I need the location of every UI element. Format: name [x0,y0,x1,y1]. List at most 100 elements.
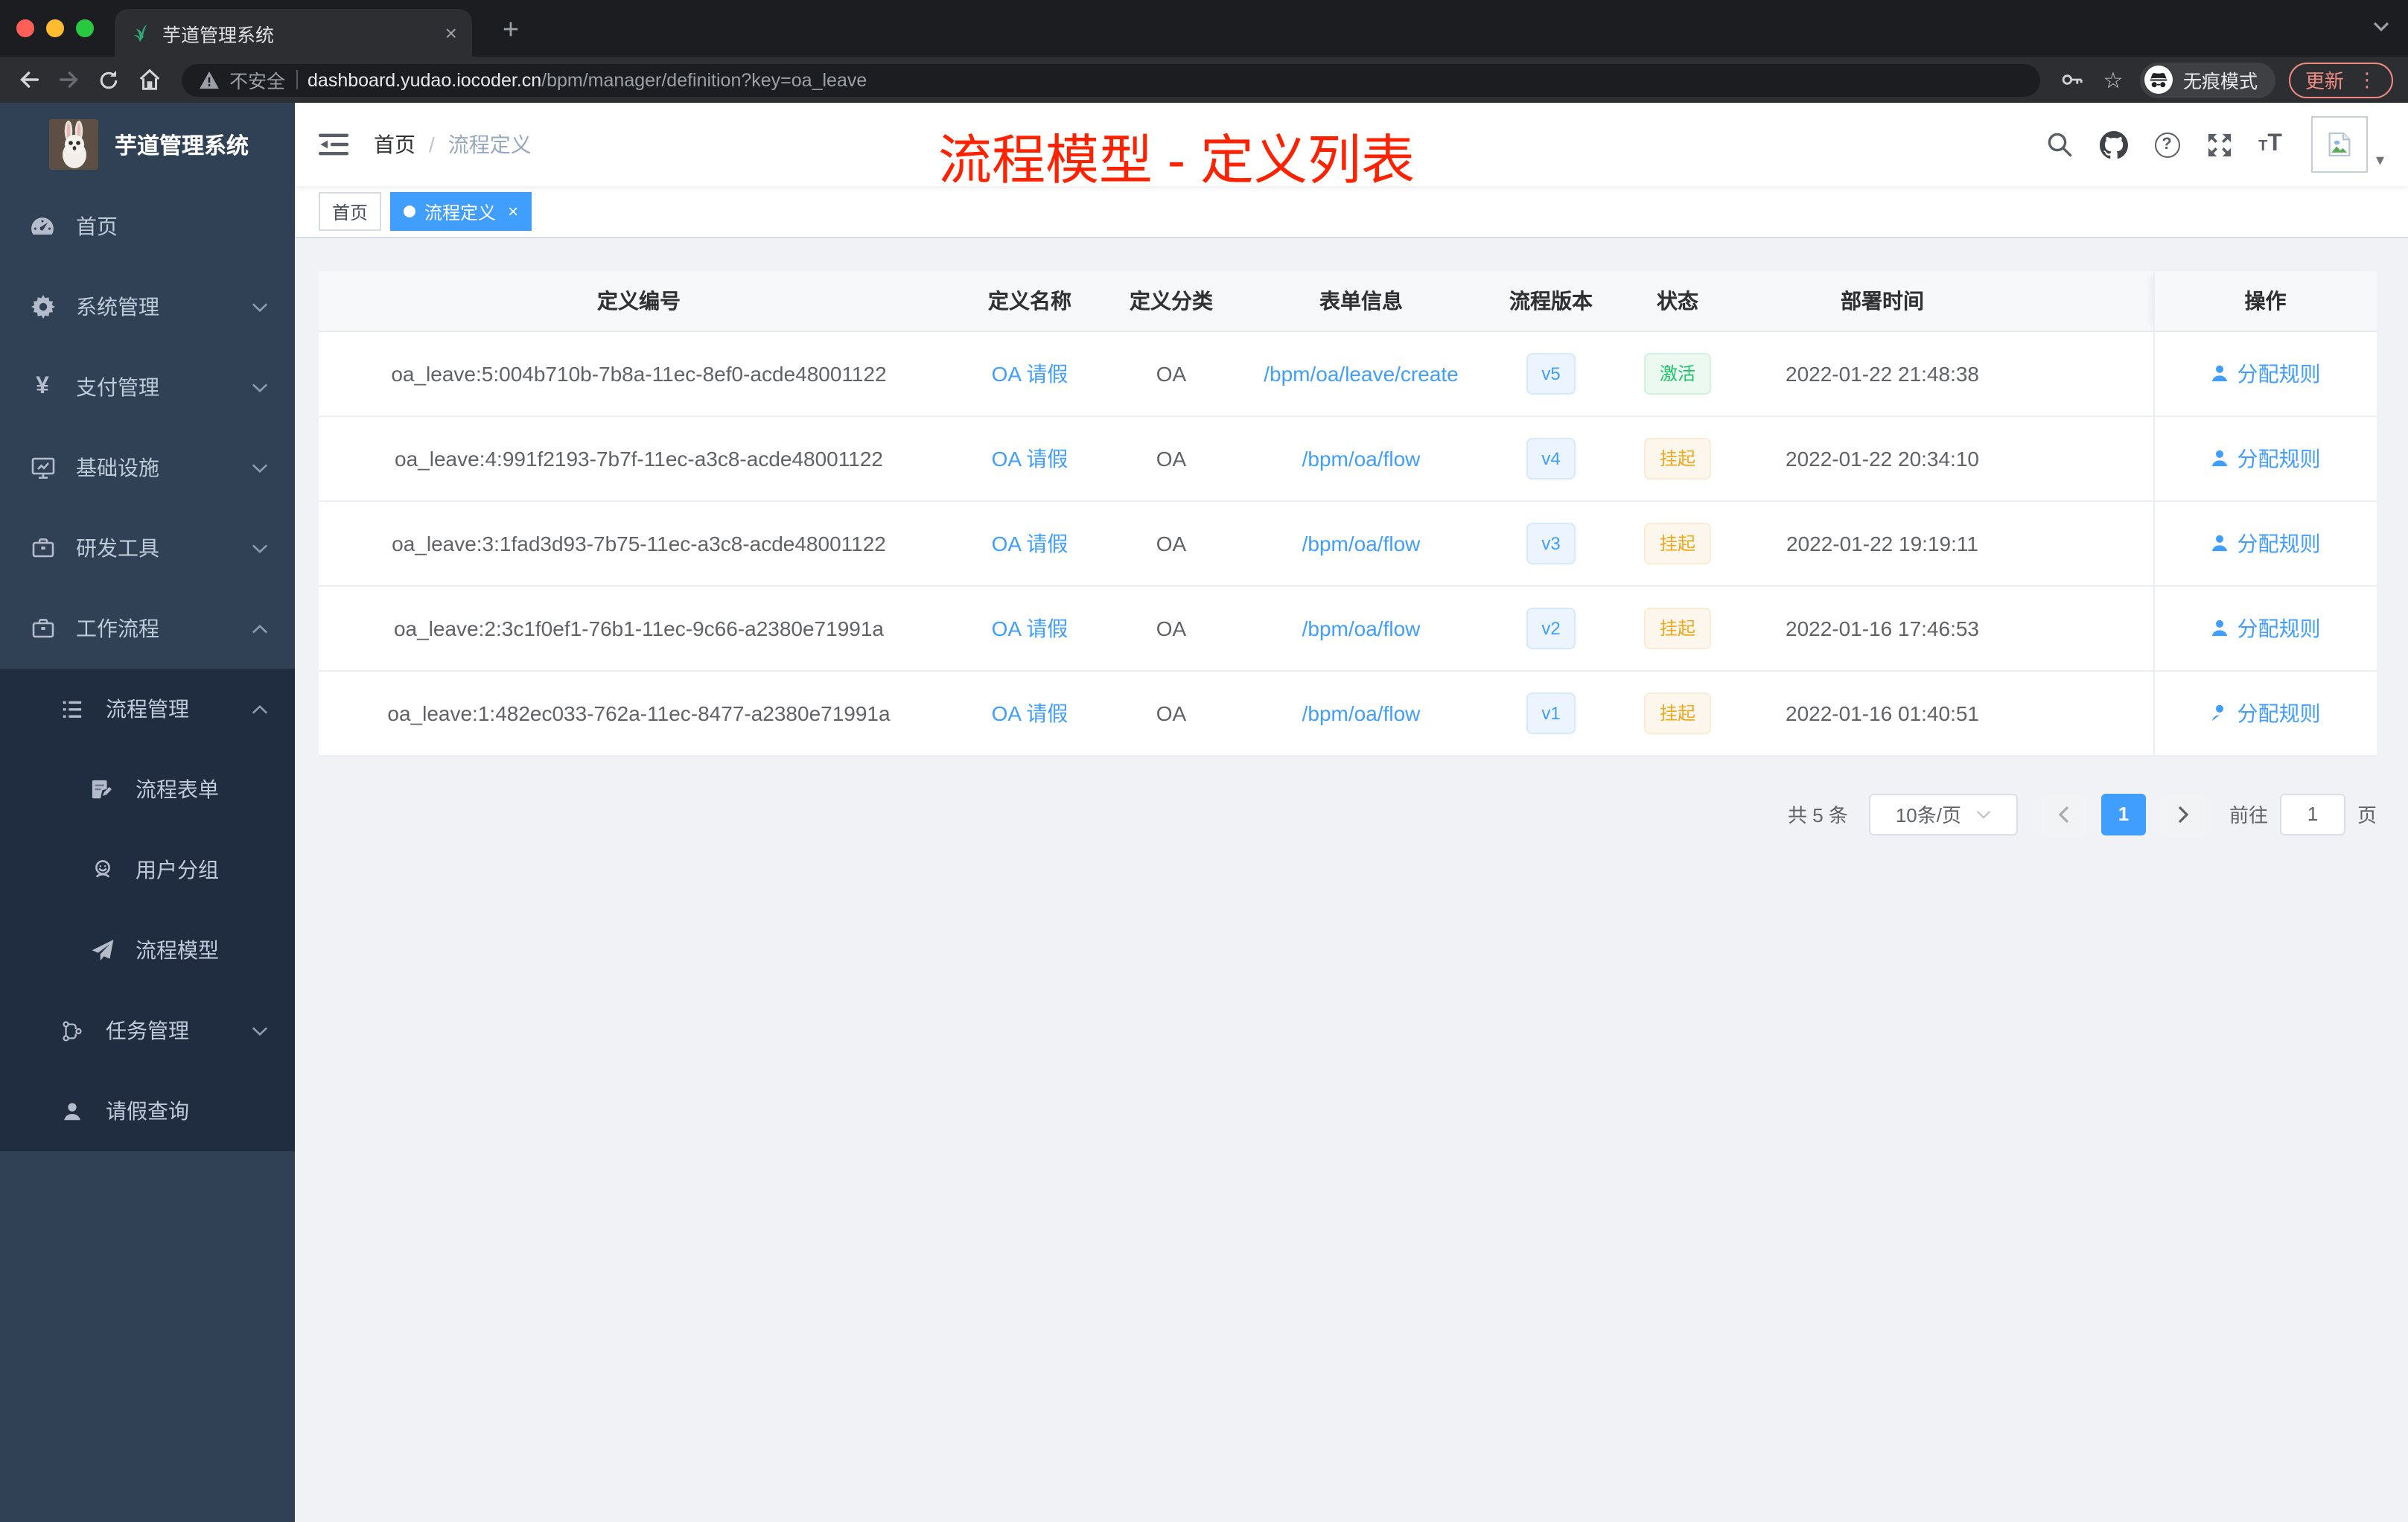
page-jumper: 前往 页 [2229,793,2377,835]
assign-rule-button[interactable]: 分配规则 [2211,443,2321,473]
definition-name-link[interactable]: OA 请假 [992,616,1068,640]
tag-process-definition[interactable]: 流程定义 × [390,192,532,231]
table-row: oa_leave:2:3c1f0ef1-76b1-11ec-9c66-a2380… [319,585,2377,671]
avatar[interactable] [2311,116,2369,173]
window-close-button[interactable] [16,19,34,37]
definition-name-link[interactable]: OA 请假 [992,701,1068,725]
monitor-icon [30,455,55,480]
version-badge: v5 [1526,352,1576,394]
next-page-button[interactable] [2160,793,2205,835]
assign-rule-button[interactable]: 分配规则 [2211,358,2321,388]
tab-close-icon[interactable]: × [445,22,457,43]
chevron-down-icon [252,302,268,312]
definition-name-link[interactable]: OA 请假 [992,361,1068,385]
user-menu[interactable]: ▾ [2311,116,2384,173]
chevron-up-icon [252,704,268,714]
assign-rule-button[interactable]: 分配规则 [2211,613,2321,643]
browser-tabstrip: 芋道管理系统 × + [0,0,2408,57]
sidebar-item-label: 基础设施 [76,456,159,480]
browser-tab[interactable]: 芋道管理系统 × [115,9,472,57]
collapse-sidebar-icon[interactable] [319,133,348,156]
table-header-row: 定义编号 定义名称 定义分类 表单信息 流程版本 状态 部署时间 操作 [319,271,2377,331]
assign-rule-button[interactable]: 分配规则 [2211,698,2321,727]
sidebar-item-workflow[interactable]: 工作流程 [0,588,295,669]
form-link[interactable]: /bpm/oa/flow [1302,531,1421,555]
sidebar-item-home[interactable]: 首页 [0,186,295,267]
sidebar-item-label: 系统管理 [76,295,159,319]
gear-icon [30,294,55,319]
sidebar-item-user-group[interactable]: 用户分组 [0,830,295,910]
tab-search-chevron-icon[interactable] [2372,21,2390,33]
sidebar-item-task-manage[interactable]: 任务管理 [0,990,295,1071]
bookmark-star-icon[interactable]: ☆ [2100,66,2127,93]
chevron-down-icon [252,1025,268,1036]
cell-category: OA [1101,500,1242,586]
search-icon[interactable] [2045,131,2072,158]
cell-deploy-time: 2022-01-22 21:48:38 [1733,331,2031,416]
browser-menu-dots-icon[interactable]: ⋮ [2357,68,2377,92]
new-tab-button[interactable]: + [491,12,530,51]
jump-page-input[interactable] [2279,793,2345,835]
security-warning-icon[interactable] [200,71,219,89]
sidebar-item-process-model[interactable]: 流程模型 [0,910,295,990]
paper-plane-icon [89,937,115,963]
back-icon[interactable] [15,66,42,93]
fullscreen-icon[interactable] [2206,132,2232,157]
help-icon[interactable]: ? [2154,132,2180,157]
sidebar-item-process-manage[interactable]: 流程管理 [0,669,295,749]
sidebar-item-process-form[interactable]: 流程表单 [0,749,295,830]
col-header-actions: 操作 [2153,271,2377,331]
window-controls[interactable] [16,19,94,37]
page-content: 定义编号 定义名称 定义分类 表单信息 流程版本 状态 部署时间 操作 oa_l… [295,238,2408,1522]
security-label[interactable]: 不安全 [229,66,285,94]
user-group-icon [89,857,115,882]
sidebar-item-system[interactable]: 系统管理 [0,267,295,347]
assign-rule-button[interactable]: 分配规则 [2211,528,2321,558]
version-badge: v3 [1526,522,1576,564]
form-link[interactable]: /bpm/oa/flow [1302,446,1421,470]
workflow-submenu: 流程管理 流程表单 用户分组 流程模型 任务管理 请假查询 [0,669,295,1151]
col-header-definition-id: 定义编号 [319,271,959,331]
sidebar-item-payment[interactable]: ¥ 支付管理 [0,347,295,427]
page-size-select[interactable]: 10条/页 [1868,793,2018,835]
user-icon [60,1098,85,1124]
col-header-process-version: 流程版本 [1480,271,1622,331]
pagination: 共 5 条 10条/页 1 前往 1 页 [319,793,2377,835]
list-icon [60,696,85,722]
home-icon[interactable] [136,66,162,93]
breadcrumb-separator: / [429,133,435,156]
table-row: oa_leave:4:991f2193-7b7f-11ec-a3c8-acde4… [319,415,2377,501]
form-link[interactable]: /bpm/oa/flow [1302,616,1421,640]
form-link[interactable]: /bpm/oa/flow [1302,701,1421,725]
reload-icon[interactable] [95,66,122,93]
incognito-badge[interactable]: 无痕模式 [2139,62,2275,98]
sidebar-item-dev-tools[interactable]: 研发工具 [0,508,295,588]
cell-definition-id: oa_leave:2:3c1f0ef1-76b1-11ec-9c66-a2380… [319,585,959,671]
font-size-icon[interactable]: TT [2258,131,2282,158]
breadcrumb-home[interactable]: 首页 [374,130,415,159]
tag-home[interactable]: 首页 [319,192,382,231]
password-key-icon[interactable] [2060,66,2086,93]
sidebar-item-infrastructure[interactable]: 基础设施 [0,427,295,508]
form-link[interactable]: /bpm/oa/leave/create [1264,361,1459,385]
jump-suffix: 页 [2357,804,2377,827]
sidebar-logo[interactable]: 芋道管理系统 [0,103,295,186]
url-text[interactable]: dashboard.yudao.iocoder.cn/bpm/manager/d… [308,69,2022,90]
incognito-label: 无痕模式 [2182,71,2258,92]
browser-update-button[interactable]: 更新 ⋮ [2288,62,2393,98]
definition-name-link[interactable]: OA 请假 [992,531,1068,555]
sidebar-item-leave-query[interactable]: 请假查询 [0,1071,295,1151]
col-header-deploy-time: 部署时间 [1733,271,2031,331]
github-icon[interactable] [2099,130,2128,159]
definition-name-link[interactable]: OA 请假 [992,446,1068,470]
tag-close-icon[interactable]: × [508,201,518,222]
sidebar-item-label: 任务管理 [106,1019,189,1042]
url-path: /bpm/manager/definition?key=oa_leave [541,69,867,90]
window-minimize-button[interactable] [46,19,64,37]
incognito-icon [2144,66,2173,94]
window-zoom-button[interactable] [76,19,94,37]
forward-icon[interactable] [55,66,82,93]
prev-page-button[interactable] [2041,793,2086,835]
current-page-button[interactable]: 1 [2100,793,2146,835]
address-bar[interactable]: 不安全 dashboard.yudao.iocoder.cn/bpm/manag… [182,63,2040,96]
